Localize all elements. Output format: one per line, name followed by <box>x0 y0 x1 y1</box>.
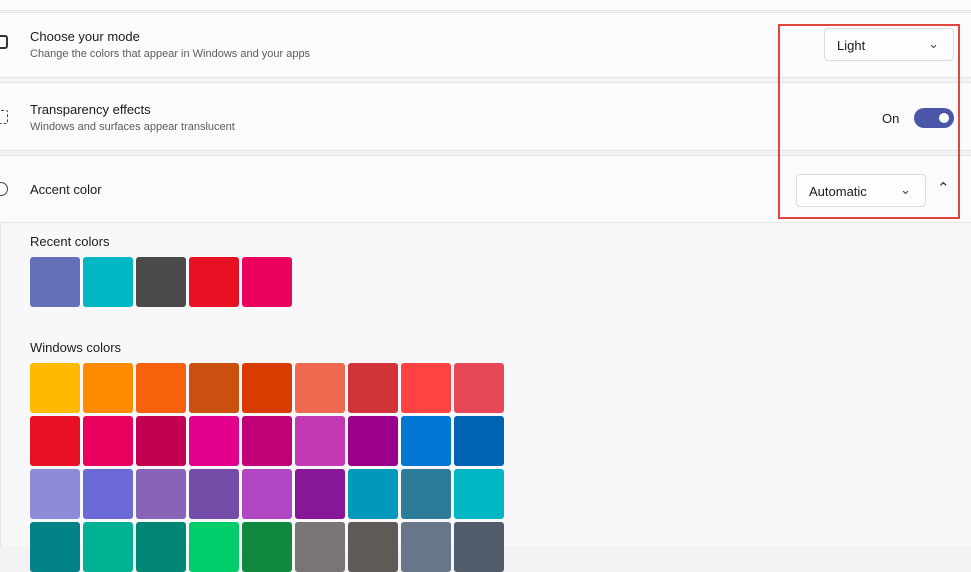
windows-color-swatch[interactable] <box>136 469 186 519</box>
recent-color-swatch[interactable] <box>136 257 186 307</box>
palette-icon <box>0 182 8 196</box>
windows-color-swatch[interactable] <box>454 416 504 466</box>
windows-color-swatch[interactable] <box>295 363 345 413</box>
windows-color-swatch[interactable] <box>348 522 398 572</box>
transparency-toggle[interactable] <box>914 108 954 128</box>
recent-colors-grid <box>30 257 292 307</box>
accent-dropdown[interactable]: Automatic ⌄ <box>796 174 926 207</box>
windows-color-swatch[interactable] <box>454 363 504 413</box>
windows-color-swatch[interactable] <box>401 469 451 519</box>
windows-color-swatch[interactable] <box>242 522 292 572</box>
mode-dropdown-value: Light <box>837 38 866 53</box>
transparency-row: Transparency effects Windows and surface… <box>0 82 971 151</box>
windows-colors-grid <box>30 363 504 572</box>
windows-color-swatch[interactable] <box>136 522 186 572</box>
windows-color-swatch[interactable] <box>30 363 80 413</box>
accent-color-row[interactable]: Accent color Automatic ⌄ ⌃ <box>0 155 971 223</box>
windows-color-swatch[interactable] <box>295 522 345 572</box>
mode-dropdown[interactable]: Light ⌄ <box>824 28 954 61</box>
toggle-knob <box>939 113 949 123</box>
windows-color-swatch[interactable] <box>454 522 504 572</box>
chevron-down-icon: ⌄ <box>928 36 939 51</box>
accent-color-title: Accent color <box>30 182 102 197</box>
transparency-title: Transparency effects <box>30 102 151 117</box>
windows-color-swatch[interactable] <box>189 363 239 413</box>
transparency-icon <box>0 110 8 124</box>
windows-color-swatch[interactable] <box>295 469 345 519</box>
windows-color-swatch[interactable] <box>401 522 451 572</box>
windows-color-swatch[interactable] <box>401 363 451 413</box>
recent-color-swatch[interactable] <box>189 257 239 307</box>
windows-color-swatch[interactable] <box>189 522 239 572</box>
recent-color-swatch[interactable] <box>83 257 133 307</box>
windows-color-swatch[interactable] <box>83 416 133 466</box>
transparency-state-label: On <box>882 111 900 126</box>
windows-color-swatch[interactable] <box>242 363 292 413</box>
windows-color-swatch[interactable] <box>454 469 504 519</box>
windows-color-swatch[interactable] <box>348 363 398 413</box>
windows-color-swatch[interactable] <box>189 416 239 466</box>
windows-colors-label: Windows colors <box>30 340 122 355</box>
choose-mode-row: Choose your mode Change the colors that … <box>0 12 971 78</box>
windows-color-swatch[interactable] <box>136 416 186 466</box>
recent-colors-label: Recent colors <box>30 234 110 249</box>
windows-color-swatch[interactable] <box>30 416 80 466</box>
recent-color-swatch[interactable] <box>30 257 80 307</box>
choose-mode-subtitle: Change the colors that appear in Windows… <box>30 48 311 60</box>
windows-color-swatch[interactable] <box>83 469 133 519</box>
windows-color-swatch[interactable] <box>295 416 345 466</box>
windows-color-swatch[interactable] <box>348 469 398 519</box>
windows-color-swatch[interactable] <box>189 469 239 519</box>
windows-color-swatch[interactable] <box>348 416 398 466</box>
windows-color-swatch[interactable] <box>242 416 292 466</box>
previous-setting-row <box>0 0 971 11</box>
accent-dropdown-value: Automatic <box>809 184 867 199</box>
windows-color-swatch[interactable] <box>136 363 186 413</box>
recent-color-swatch[interactable] <box>242 257 292 307</box>
chevron-down-icon: ⌄ <box>900 182 911 197</box>
windows-color-swatch[interactable] <box>401 416 451 466</box>
transparency-subtitle: Windows and surfaces appear translucent <box>30 121 235 133</box>
choose-mode-title: Choose your mode <box>30 29 140 44</box>
chevron-up-icon[interactable]: ⌃ <box>937 179 950 197</box>
windows-color-swatch[interactable] <box>83 522 133 572</box>
windows-color-swatch[interactable] <box>83 363 133 413</box>
windows-color-swatch[interactable] <box>242 469 292 519</box>
windows-color-swatch[interactable] <box>30 522 80 572</box>
brush-icon <box>0 35 8 49</box>
windows-color-swatch[interactable] <box>30 469 80 519</box>
